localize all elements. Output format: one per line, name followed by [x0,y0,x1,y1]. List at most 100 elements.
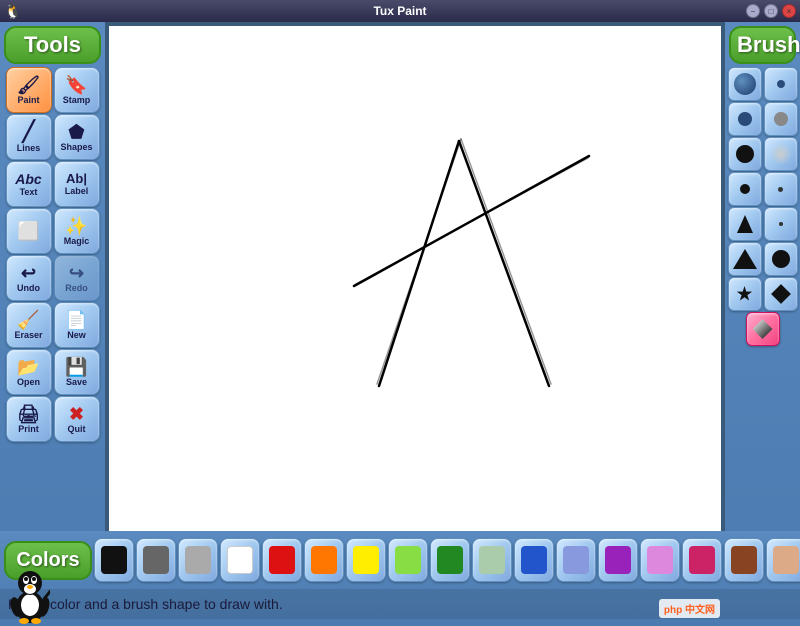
tools-row-5: ↩ Undo ↪ Redo [2,255,103,301]
brush-filled-circle [772,250,790,268]
undo-button[interactable]: ↩ Undo [6,255,52,301]
color-dark-gray[interactable] [136,538,176,582]
brush-btn-9[interactable] [728,207,762,241]
color-black[interactable] [94,538,134,582]
brush-blur-circle [770,143,792,165]
new-icon: 📄 [65,311,87,329]
text-icon: Abc [15,172,41,186]
shapes-icon: ⬟ [69,123,85,141]
print-icon: 🖨 [17,405,40,423]
brush-btn-5[interactable] [728,137,762,171]
color-swatch-dark-gray [143,546,169,574]
undo-icon: ↩ [21,264,36,282]
stamp-icon: 🔖 [65,76,87,94]
color-peach[interactable] [766,538,800,582]
brush-btn-6[interactable] [764,137,798,171]
text-button[interactable]: Abc Text [6,161,52,207]
magic-square-button[interactable]: ⬜ [6,208,52,254]
tools-row-8: 🖨 Print ✖ Quit [2,396,103,442]
color-swatch-purple [605,546,631,574]
minimize-button[interactable]: − [746,4,760,18]
brush-btn-4[interactable] [764,102,798,136]
lines-button[interactable]: ╱ Lines [6,114,52,160]
new-button[interactable]: 📄 New [54,302,100,348]
brush-btn-7[interactable] [728,172,762,206]
color-swatch-pink [689,546,715,574]
brush-triangle [733,249,757,269]
brushes-label: Brushes [729,26,796,64]
brush-btn-12[interactable] [764,242,798,276]
brush-btn-11[interactable] [728,242,762,276]
brush-row-6 [727,242,798,276]
shapes-button[interactable]: ⬟ Shapes [54,114,100,160]
tux-icon: 🐧 [4,3,21,20]
color-swatch-green [437,546,463,574]
close-button[interactable]: × [782,4,796,18]
brush-row-1 [727,67,798,101]
brush-row-7 [727,277,798,311]
color-green[interactable] [430,538,470,582]
color-mint[interactable] [472,538,512,582]
redo-button[interactable]: ↪ Redo [54,255,100,301]
color-red[interactable] [262,538,302,582]
eraser-icon: 🧹 [17,311,39,329]
color-swatch-black [101,546,127,574]
magic-button[interactable]: ✨ Magic [54,208,100,254]
color-orange[interactable] [304,538,344,582]
color-blue[interactable] [514,538,554,582]
brush-dot-medium [738,112,752,126]
color-swatch-brown [731,546,757,574]
color-lavender[interactable] [640,538,680,582]
color-swatch-peach [773,546,799,574]
brush-btn-1[interactable] [728,67,762,101]
brush-row-3 [727,137,798,171]
lines-icon: ╱ [22,122,34,142]
brush-circle-medium [736,145,754,163]
color-brown[interactable] [724,538,764,582]
tux-mascot-svg [10,569,50,624]
color-purple[interactable] [598,538,638,582]
color-swatch-orange [311,546,337,574]
colors-row: Colors [0,531,800,589]
color-swatch-blue [521,546,547,574]
eraser-button[interactable]: 🧹 Eraser [6,302,52,348]
tools-row-3: Abc Text Ab| Label [2,161,103,207]
brush-btn-13[interactable] [728,277,762,311]
brush-btn-3[interactable] [728,102,762,136]
label-button[interactable]: Ab| Label [54,161,100,207]
tools-label: Tools [4,26,101,64]
print-button[interactable]: 🖨 Print [6,396,52,442]
window-controls: − □ × [746,4,796,18]
brush-dot-gray [774,112,788,126]
brush-small-circle [740,184,750,194]
brush-btn-2[interactable] [764,67,798,101]
brush-row-5 [727,207,798,241]
brush-row-active [727,312,798,346]
tools-row-4: ⬜ ✨ Magic [2,208,103,254]
paint-icon: 🖌 [17,76,40,94]
color-swatch-light-blue [563,546,589,574]
brush-diamond [771,284,791,304]
quit-button[interactable]: ✖ Quit [54,396,100,442]
save-button[interactable]: 💾 Save [54,349,100,395]
color-swatch-light-green [395,546,421,574]
brush-btn-8[interactable] [764,172,798,206]
color-light-blue[interactable] [556,538,596,582]
brush-btn-10[interactable] [764,207,798,241]
open-button[interactable]: 📂 Open [6,349,52,395]
brush-active-shape [753,319,773,339]
open-icon: 📂 [17,358,39,376]
maximize-button[interactable]: □ [764,4,778,18]
color-white[interactable] [220,538,260,582]
color-light-gray[interactable] [178,538,218,582]
paint-button[interactable]: 🖌 Paint [6,67,52,113]
color-light-green[interactable] [388,538,428,582]
brush-tiny2 [779,222,783,226]
stamp-button[interactable]: 🔖 Stamp [54,67,100,113]
color-pink[interactable] [682,538,722,582]
brush-btn-active[interactable] [746,312,780,346]
brush-btn-14[interactable] [764,277,798,311]
color-yellow[interactable] [346,538,386,582]
magic-icon: ✨ [65,217,87,235]
tools-row-2: ╱ Lines ⬟ Shapes [2,114,103,160]
